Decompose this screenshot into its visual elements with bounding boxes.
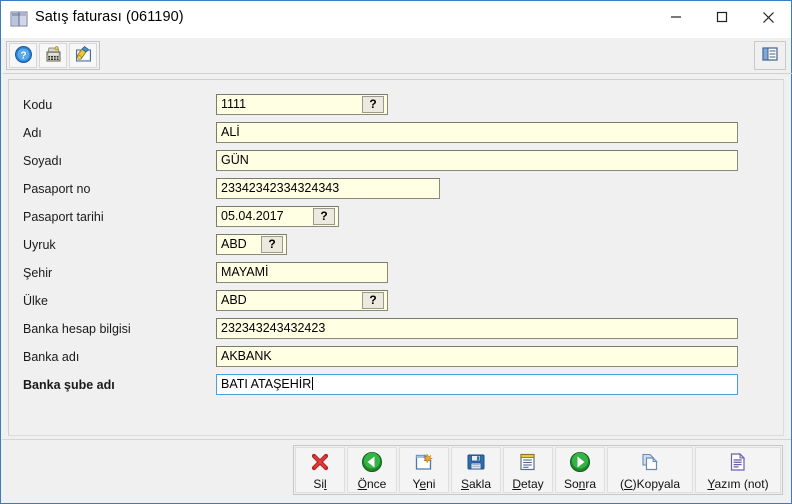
detail-list-icon [517, 450, 539, 474]
form-row-banka-adi: Banka adı AKBANK [9, 346, 783, 368]
label-sehir: Şehir [23, 266, 53, 280]
calculator-icon [44, 45, 63, 67]
label-soyadi: Soyadı [23, 154, 62, 168]
sonra-button[interactable]: Sonra [555, 447, 605, 493]
once-button[interactable]: Önce [347, 447, 397, 493]
form-row-banka-sube-adi: Banka şube adı BATI ATAŞEHİR [9, 374, 783, 396]
input-soyadi[interactable]: GÜN [216, 150, 738, 171]
lookup-button-uyruk[interactable]: ? [261, 236, 283, 253]
form-row-soyadi: Soyadı GÜN [9, 150, 783, 172]
red-x-icon [309, 450, 331, 474]
input-banka-hesap-bilgisi[interactable]: 232343243432423 [216, 318, 738, 339]
detay-button[interactable]: Detay [503, 447, 553, 493]
input-adi[interactable]: ALİ [216, 122, 738, 143]
close-button[interactable] [745, 1, 791, 33]
help-icon-button[interactable]: ? [9, 43, 37, 68]
maximize-button[interactable] [699, 1, 745, 33]
yazim-button[interactable]: Yazım (not) [695, 447, 781, 493]
form-row-uyruk: Uyruk ABD? [9, 234, 783, 256]
edit-note-icon-button[interactable] [69, 43, 97, 68]
window-list-icon [760, 44, 780, 67]
sonra-button-label: Sonra [563, 476, 597, 491]
value-banka-sube-adi: BATI ATAŞEHİR [221, 377, 312, 391]
toolbar-button-group: ? [6, 41, 100, 70]
value-kodu: 1111 [221, 97, 247, 111]
value-sehir: MAYAMİ [221, 265, 269, 279]
form-panel: Kodu 1111? Adı ALİ Soyadı GÜN Pasaport no 23342… [8, 79, 784, 436]
sil-button-label: Sil [313, 476, 327, 491]
toolbar-divider [3, 73, 792, 74]
toolbar: ? [2, 38, 792, 74]
value-soyadi: GÜN [221, 153, 249, 167]
form-row-adi: Adı ALİ [9, 122, 783, 144]
yeni-button[interactable]: Yeni [399, 447, 449, 493]
form-row-sehir: Şehir MAYAMİ [9, 262, 783, 284]
label-banka-adi: Banka adı [23, 350, 80, 364]
book-document-icon [10, 10, 28, 28]
form-row-ulke: Ülke ABD? [9, 290, 783, 312]
copy-pages-icon [639, 450, 661, 474]
help-icon: ? [14, 45, 33, 67]
sakla-button[interactable]: Sakla [451, 447, 501, 493]
value-adi: ALİ [221, 125, 240, 139]
action-bar-divider [2, 439, 791, 440]
input-sehir[interactable]: MAYAMİ [216, 262, 388, 283]
label-ulke: Ülke [23, 294, 49, 308]
label-kodu: Kodu [23, 98, 53, 112]
green-forward-arrow-icon [569, 450, 591, 474]
lookup-button-pasaport-tarihi[interactable]: ? [313, 208, 335, 225]
edit-note-icon [74, 45, 93, 67]
kopyala-button[interactable]: (C)Kopyala [607, 447, 693, 493]
yazim-button-label: Yazım (not) [707, 476, 769, 491]
green-back-arrow-icon [361, 450, 383, 474]
minimize-button[interactable] [653, 1, 699, 33]
label-adi: Adı [23, 126, 42, 140]
window-title: Satış faturası (061190) [35, 9, 184, 25]
label-pasaport-tarihi: Pasaport tarihi [23, 210, 104, 224]
value-uyruk: ABD [221, 237, 247, 251]
sales-invoice-window: Satış faturası (061190) ? Kodu 1111 ? Ad… [0, 0, 792, 504]
new-page-icon [413, 450, 435, 474]
form-row-kodu: Kodu 1111? [9, 94, 783, 116]
value-banka-adi: AKBANK [221, 349, 272, 363]
kopyala-button-label: (C)Kopyala [619, 476, 681, 491]
action-button-group: Sil Önce Yeni Sakla Detay Sonra (C)Kopyala Yazı… [293, 445, 783, 495]
svg-text:?: ? [20, 50, 26, 61]
text-caret [312, 377, 314, 390]
detay-button-label: Detay [512, 476, 544, 491]
label-uyruk: Uyruk [23, 238, 56, 252]
lookup-button-ulke[interactable]: ? [362, 292, 384, 309]
yeni-button-label: Yeni [412, 476, 436, 491]
value-pasaport-no: 23342342334324343 [221, 181, 340, 195]
input-banka-sube-adi[interactable]: BATI ATAŞEHİR [216, 374, 738, 395]
lookup-button-kodu[interactable]: ? [362, 96, 384, 113]
form-row-pasaport-tarihi: Pasaport tarihi 05.04.2017? [9, 206, 783, 228]
once-button-label: Önce [357, 476, 387, 491]
label-banka-sube-adi: Banka şube adı [23, 378, 115, 392]
value-banka-hesap-bilgisi: 232343243432423 [221, 321, 326, 335]
value-pasaport-tarihi: 05.04.2017 [221, 209, 284, 223]
calculator-icon-button[interactable] [39, 43, 67, 68]
window-list-icon-button[interactable] [754, 41, 786, 70]
value-ulke: ABD [221, 293, 247, 307]
action-bar: Sil Önce Yeni Sakla Detay Sonra (C)Kopyala Yazı… [2, 439, 791, 503]
label-pasaport-no: Pasaport no [23, 182, 91, 196]
form-row-banka-hesap-bilgisi: Banka hesap bilgisi 232343243432423 [9, 318, 783, 340]
input-pasaport-no[interactable]: 23342342334324343 [216, 178, 440, 199]
title-bar: Satış faturası (061190) [1, 1, 791, 38]
label-banka-hesap-bilgisi: Banka hesap bilgisi [23, 322, 131, 336]
input-banka-adi[interactable]: AKBANK [216, 346, 738, 367]
sakla-button-label: Sakla [460, 476, 492, 491]
sil-button[interactable]: Sil [295, 447, 345, 493]
blue-floppy-icon [465, 450, 487, 474]
form-row-pasaport-no: Pasaport no 23342342334324343 [9, 178, 783, 200]
print-note-icon [727, 450, 749, 474]
